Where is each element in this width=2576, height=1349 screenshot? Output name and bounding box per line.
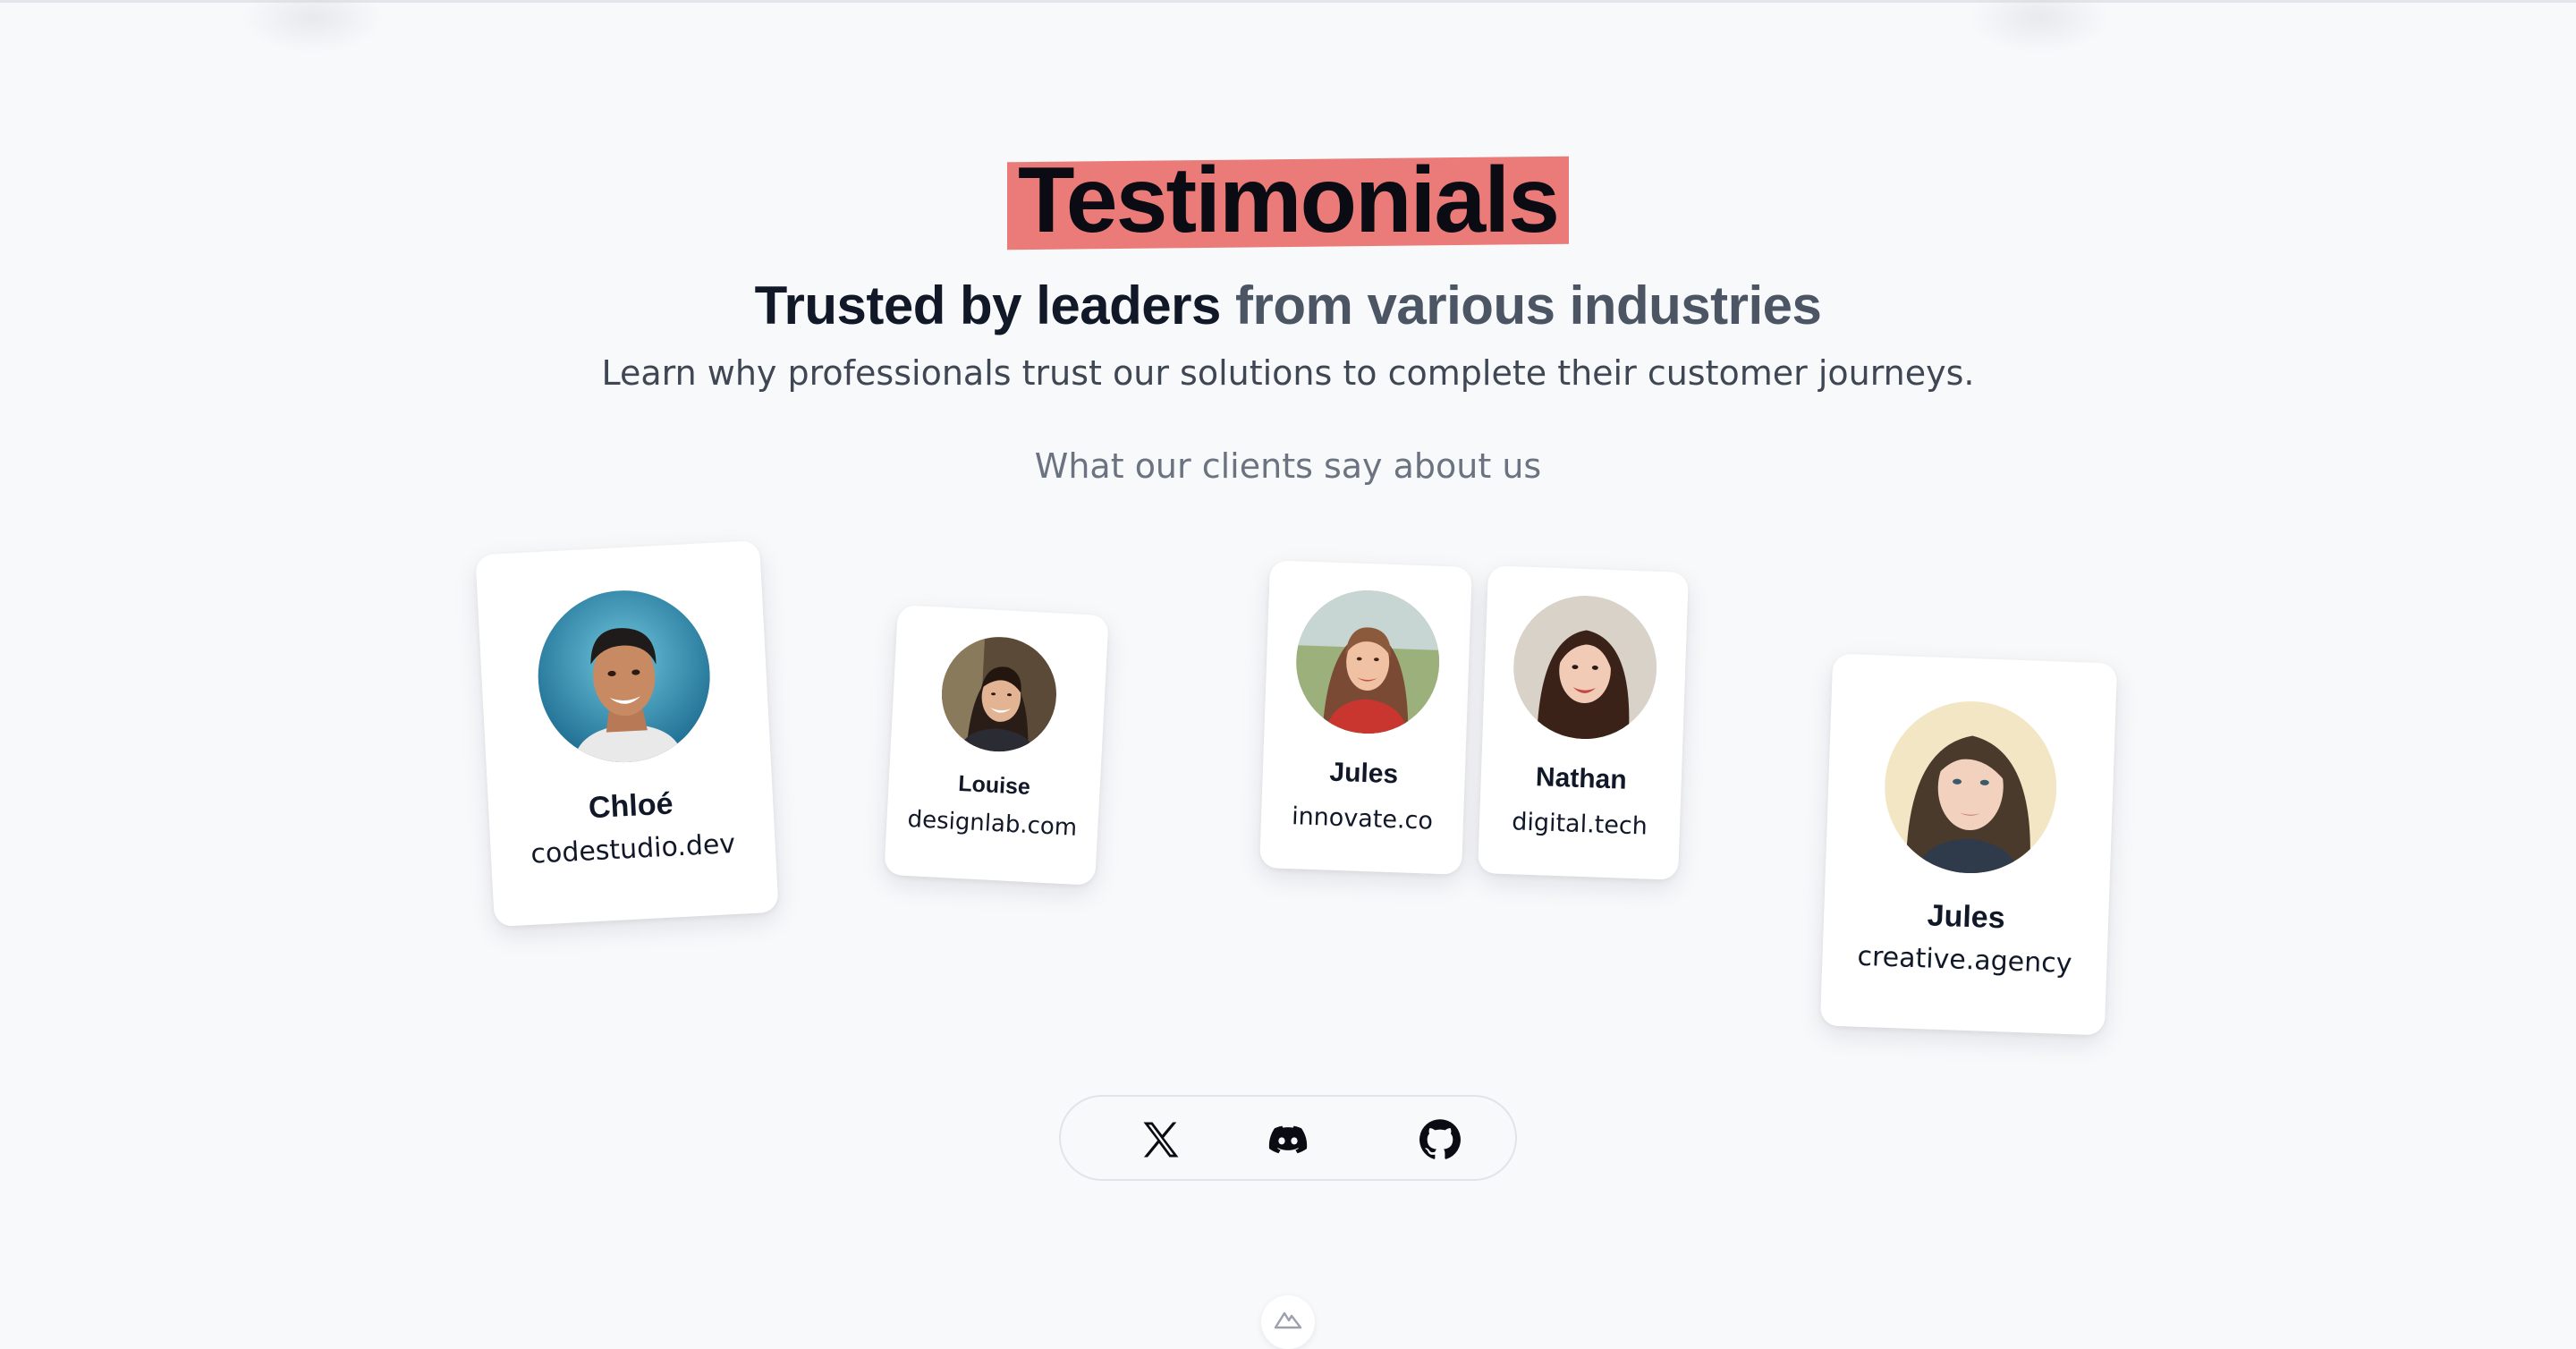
section-description: Learn why professionals trust our soluti…: [601, 353, 1975, 393]
github-icon[interactable]: [1415, 1115, 1465, 1165]
testimonial-site: digital.tech: [1511, 808, 1648, 841]
x-icon[interactable]: [1136, 1115, 1186, 1165]
page-title: Testimonials: [1017, 148, 1560, 252]
testimonial-site: creative.agency: [1856, 940, 2073, 980]
testimonial-card[interactable]: Louise designlab.com: [884, 605, 1109, 886]
nuxt-logo-icon[interactable]: [1261, 1295, 1315, 1349]
decorative-glow: [1968, 0, 2111, 54]
avatar: [1881, 698, 2060, 877]
section-subtitle: Trusted by leaders from various industri…: [0, 274, 2576, 338]
testimonial-site: designlab.com: [906, 805, 1078, 842]
testimonial-site: innovate.co: [1291, 802, 1434, 836]
testimonial-card[interactable]: Jules creative.agency: [1819, 653, 2118, 1036]
discord-icon[interactable]: [1263, 1115, 1313, 1165]
testimonial-name: Jules: [1328, 757, 1399, 790]
testimonial-name: Jules: [1927, 898, 2006, 936]
avatar: [533, 586, 715, 767]
testimonial-card[interactable]: Nathan digital.tech: [1478, 565, 1689, 880]
avatar: [938, 633, 1060, 755]
subtitle-muted: from various industries: [1235, 276, 1822, 335]
social-links: [1059, 1095, 1517, 1181]
subtitle-strong: Trusted by leaders: [754, 276, 1222, 335]
testimonial-card[interactable]: Jules innovate.co: [1259, 560, 1472, 875]
avatar: [1293, 588, 1442, 736]
testimonial-name: Nathan: [1535, 762, 1628, 795]
top-divider: [0, 0, 2576, 3]
title-highlight: Testimonials: [1011, 154, 1565, 247]
avatar: [1511, 593, 1659, 742]
decorative-glow: [242, 0, 385, 54]
testimonial-site: codestudio.dev: [530, 827, 736, 870]
testimonial-name: Chloé: [588, 786, 674, 826]
testimonial-name: Louise: [957, 770, 1031, 801]
section-heading: Testimonials: [0, 154, 2576, 247]
testimonials-label: What our clients say about us: [1034, 446, 1542, 486]
testimonial-card[interactable]: Chloé codestudio.dev: [475, 539, 779, 928]
